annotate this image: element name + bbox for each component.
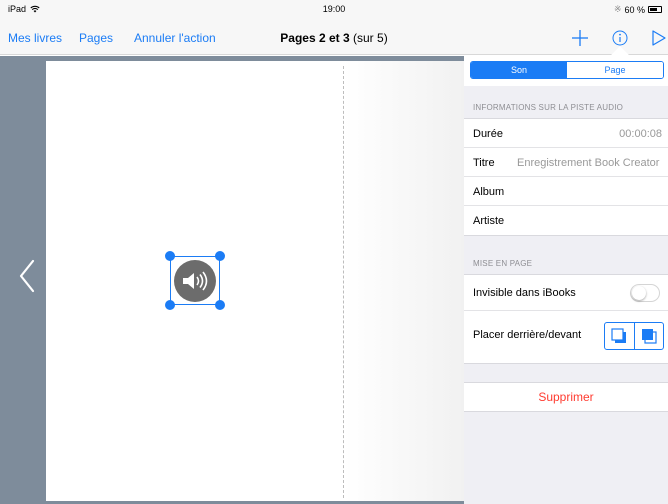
- bring-forward-button[interactable]: [633, 323, 664, 349]
- status-time: 19:00: [322, 4, 346, 14]
- speaker-icon: [174, 260, 216, 302]
- order-row: Placer derrière/devant: [464, 311, 668, 363]
- battery-icon: [648, 6, 662, 13]
- order-label: Placer derrière/devant: [473, 329, 582, 341]
- toggle-knob: [632, 286, 646, 300]
- resize-handle-top-right[interactable]: [215, 251, 225, 261]
- artist-label: Artiste: [473, 215, 505, 227]
- invisible-label: Invisible dans iBooks: [473, 287, 576, 299]
- layout-group: Invisible dans iBooks Placer derrière/de…: [464, 274, 668, 364]
- bring-forward-icon: [641, 329, 657, 344]
- panel-tab-bar: Son Page: [464, 56, 668, 86]
- info-icon[interactable]: [612, 30, 628, 46]
- status-bar: iPad 19:00 ※ 60 %: [0, 0, 668, 20]
- play-icon[interactable]: [651, 29, 667, 47]
- album-label: Album: [473, 186, 505, 198]
- tab-sound[interactable]: Son: [471, 62, 567, 78]
- send-backward-icon: [611, 328, 627, 343]
- audio-element[interactable]: [170, 256, 220, 305]
- previous-page-arrow-icon[interactable]: [18, 258, 36, 294]
- send-backward-button[interactable]: [605, 323, 634, 349]
- plus-icon[interactable]: [571, 29, 589, 47]
- resize-handle-top-left[interactable]: [165, 251, 175, 261]
- resize-handle-bottom-left[interactable]: [165, 300, 175, 310]
- album-row[interactable]: Album: [464, 177, 668, 206]
- page-title-main: Pages 2 et 3: [280, 31, 350, 45]
- resize-handle-bottom-right[interactable]: [215, 300, 225, 310]
- title-field[interactable]: Enregistrement Book Creator: [517, 157, 659, 169]
- title-label: Titre: [473, 157, 495, 169]
- tab-page[interactable]: Page: [567, 62, 663, 78]
- artist-row[interactable]: Artiste: [464, 206, 668, 235]
- audio-info-group: Durée 00:00:08 Titre Enregistrement Book…: [464, 118, 668, 236]
- duration-label: Durée: [473, 128, 503, 140]
- page-fold-line: [343, 66, 344, 498]
- invisible-row: Invisible dans iBooks: [464, 275, 668, 311]
- delete-button[interactable]: Supprimer: [464, 382, 668, 412]
- battery-percent: 60 %: [624, 4, 645, 15]
- panel-segmented-control: Son Page: [470, 61, 664, 79]
- layout-header: MISE EN PAGE: [473, 259, 533, 268]
- layer-order-control: [604, 322, 664, 350]
- duration-value: 00:00:08: [619, 128, 662, 140]
- right-page-shading: [344, 61, 464, 501]
- invisible-toggle[interactable]: [630, 284, 660, 302]
- page-title: Pages 2 et 3 (sur 5): [0, 31, 668, 45]
- title-row[interactable]: Titre Enregistrement Book Creator: [464, 148, 668, 177]
- audio-info-header: INFORMATIONS SUR LA PISTE AUDIO: [473, 103, 624, 112]
- page-title-count: (sur 5): [353, 31, 388, 45]
- nav-bar: Mes livres Pages Annuler l'action Pages …: [0, 20, 668, 55]
- bluetooth-icon: ※: [613, 4, 622, 14]
- duration-row: Durée 00:00:08: [464, 119, 668, 148]
